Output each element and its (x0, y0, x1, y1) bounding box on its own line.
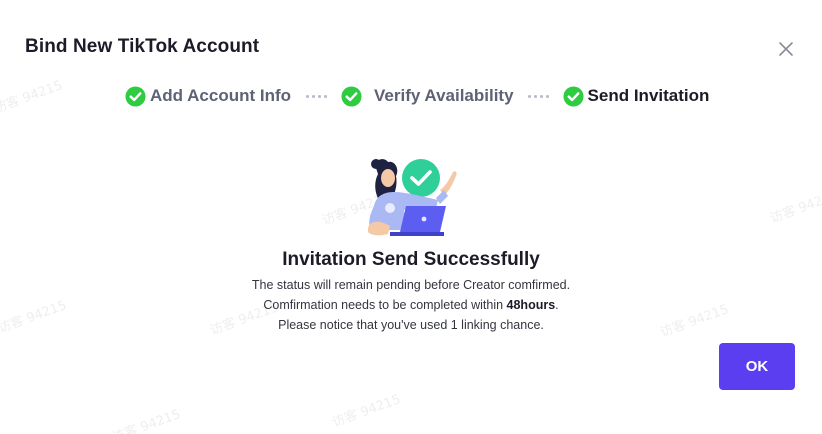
check-circle-icon (563, 85, 584, 107)
status-message: The status will remain pending before Cr… (251, 278, 571, 292)
watermark: 访客 94215 (0, 78, 65, 117)
step-verify-availability: Verify Availability (341, 85, 514, 107)
bind-tiktok-dialog: 访客 94215 访客 94215 访客 94215 访客 94215 访客 9… (0, 0, 822, 434)
dialog-title: Bind New TikTok Account (25, 36, 260, 57)
step-add-account-info: Add Account Info (125, 85, 292, 107)
deadline-suffix: . (555, 298, 559, 312)
deadline-message: Comfirmation needs to be completed withi… (0, 298, 822, 312)
check-circle-icon (341, 85, 362, 107)
step-label: Add Account Info (150, 86, 292, 105)
step-label: Verify Availability (374, 86, 514, 105)
ok-button[interactable]: OK (719, 343, 795, 390)
stepper: Add Account Info Verify Availability Sen… (125, 84, 709, 108)
deadline-value: 48hours (506, 298, 556, 312)
close-icon[interactable] (777, 40, 795, 58)
deadline-prefix: Comfirmation needs to be completed withi… (263, 298, 507, 312)
step-separator (306, 94, 328, 98)
watermark: 访客 94215 (110, 407, 183, 434)
step-send-invitation: Send Invitation (563, 85, 710, 107)
check-circle-icon (125, 85, 146, 107)
watermark: 访客 94215 (768, 188, 822, 227)
watermark: 访客 94215 (330, 392, 403, 431)
step-label: Send Invitation (587, 86, 710, 105)
step-separator (527, 94, 549, 98)
linking-chance-notice: Please notice that you've used 1 linking… (278, 318, 544, 332)
result-title: Invitation Send Successfully (282, 249, 540, 270)
woman-laptop-success-illustration (368, 159, 457, 236)
